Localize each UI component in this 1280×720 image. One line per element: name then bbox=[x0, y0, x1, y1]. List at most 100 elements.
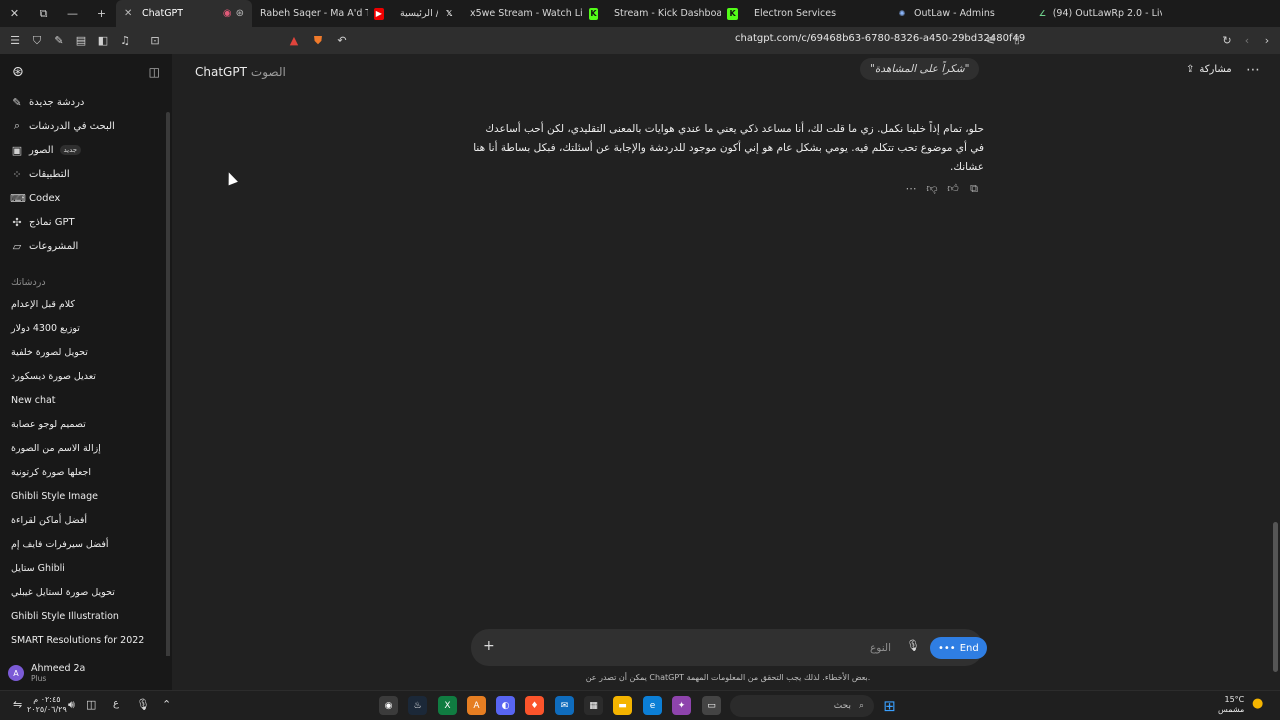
tab-kick-stream[interactable]: x5we Stream - Watch Live on K K bbox=[462, 0, 606, 27]
sun-icon: ● bbox=[1252, 696, 1264, 711]
chat-list-item[interactable]: Ghibli Style Image bbox=[0, 484, 172, 508]
chats-section-title: دردشاتك bbox=[11, 277, 46, 288]
sidebar-item-search[interactable]: ⌕ البحث في الدردشات bbox=[0, 114, 172, 138]
weather-widget[interactable]: 15°C مشمس bbox=[1218, 695, 1244, 715]
chat-list-item[interactable]: تعديل صورة ديسكورد bbox=[0, 364, 172, 388]
chat-list-item[interactable]: إزالة الاسم من الصورة bbox=[0, 436, 172, 460]
sidebar-scrollbar[interactable] bbox=[166, 112, 170, 692]
tab-outlawrp-console[interactable]: ∠ (94) OutLawRp 2.0 - Live Conso bbox=[1030, 0, 1170, 27]
thumbs-down-icon[interactable]: 👎︎ bbox=[926, 182, 938, 196]
tab-x[interactable]: الرئيسية / X 𝕏 bbox=[392, 0, 462, 27]
taskbar-search[interactable]: بحث ⌕ bbox=[730, 695, 874, 717]
chevron-up-icon[interactable]: ⌃ bbox=[162, 698, 171, 711]
end-voice-button[interactable]: ••• End bbox=[930, 637, 987, 659]
chat-list-item[interactable]: SMART Resolutions for 2022 bbox=[0, 628, 172, 652]
media-icon[interactable]: ♫ bbox=[115, 31, 135, 51]
sidebar-item-gpts[interactable]: ✣ نماذج GPT bbox=[0, 210, 172, 234]
task-view-icon[interactable]: ▭ bbox=[702, 696, 721, 715]
chat-list-item[interactable]: تحويل لصورة خلفية bbox=[0, 340, 172, 364]
brave-rewards-icon[interactable]: ▲ bbox=[284, 31, 304, 51]
tab-chatgpt[interactable]: ✕ ChatGPT ◉ ⊛ bbox=[116, 0, 252, 27]
sidebar-item-images[interactable]: ▣ الصور جديد bbox=[0, 138, 172, 162]
steam-icon[interactable]: ♨ bbox=[408, 696, 427, 715]
thumbs-up-icon[interactable]: 👍︎ bbox=[947, 182, 959, 196]
tab-electron-services[interactable]: Electron Services bbox=[746, 0, 888, 27]
store-icon[interactable]: ▦ bbox=[584, 696, 603, 715]
undo-icon[interactable]: ↶ bbox=[332, 31, 352, 51]
sidebar-item-codex[interactable]: ⌨ Codex bbox=[0, 186, 172, 210]
brave-shield-icon[interactable]: ⛊ bbox=[308, 31, 328, 51]
tab-kick-dashboard[interactable]: Stream - Kick Dashboard K bbox=[606, 0, 746, 27]
main-scrollbar[interactable] bbox=[1273, 522, 1278, 672]
chat-list-item[interactable]: كلام قبل الإعدام bbox=[0, 292, 172, 316]
copy-icon[interactable]: ⧉ bbox=[968, 182, 980, 196]
reload-icon[interactable]: ↻ bbox=[1217, 31, 1237, 51]
openai-logo-icon[interactable]: ⊛ bbox=[12, 64, 24, 80]
brave-icon[interactable]: ♦ bbox=[525, 696, 544, 715]
obs-icon[interactable]: ◉ bbox=[379, 696, 398, 715]
wifi-icon[interactable]: ◫ bbox=[86, 698, 96, 711]
back-icon[interactable]: ‹ bbox=[1237, 31, 1257, 51]
chat-list-item[interactable]: اجعلها صورة كرتونية bbox=[0, 460, 172, 484]
tab-rabeh-saqer[interactable]: Rabeh Saqer - Ma A'd Tesa ▶ bbox=[252, 0, 392, 27]
user-profile[interactable]: A Ahmeed 2a Plus bbox=[0, 656, 172, 690]
close-window-icon[interactable]: ✕ bbox=[0, 0, 29, 27]
chat-list-item[interactable]: توزيع 4300 دولار bbox=[0, 316, 172, 340]
taskbar: ⇋ ٠٢:٤٥ م ٢٠٢٥/٠٦/٢٩ 🔊︎ ◫ ع 🎙︎ ⌃ ◉ ♨ X A… bbox=[0, 690, 1280, 720]
voice-transcript-pill: "شكراً على المشاهدة" bbox=[860, 58, 980, 80]
more-options-icon[interactable]: ⋯ bbox=[1246, 62, 1260, 78]
chat-list-item[interactable]: ستايل Ghibli bbox=[0, 556, 172, 580]
model-mode: الصوت bbox=[250, 65, 286, 79]
new-tab-icon[interactable]: + bbox=[87, 0, 116, 27]
add-attachment-icon[interactable]: + bbox=[483, 638, 495, 654]
windows-start-icon[interactable]: ⊞ bbox=[880, 696, 899, 715]
chat-list-item[interactable]: Ghibli Style Illustration bbox=[0, 604, 172, 628]
sidebar-toggle-icon[interactable]: ◧ bbox=[93, 31, 113, 51]
more-options-icon[interactable]: ⋯ bbox=[905, 182, 917, 196]
discord-icon[interactable]: ◐ bbox=[496, 696, 515, 715]
edge-icon[interactable]: e bbox=[643, 696, 662, 715]
network-icon[interactable]: ⇋ bbox=[13, 698, 22, 711]
bookmark-icon[interactable]: ⌷ bbox=[1007, 31, 1027, 51]
forward-icon[interactable]: › bbox=[1257, 31, 1277, 51]
share-button[interactable]: ⇪ مشاركة bbox=[1186, 64, 1232, 75]
rewards-icon[interactable]: ✎ bbox=[49, 31, 69, 51]
kick-icon: K bbox=[588, 7, 598, 20]
mic-icon[interactable]: 🎙︎ bbox=[136, 698, 150, 711]
model-selector[interactable]: ChatGPT الصوت bbox=[195, 65, 286, 79]
site-settings-icon[interactable]: ⚟ bbox=[981, 31, 1001, 51]
assistant-message: حلو، تمام إذاً خلينا نكمل. زي ما قلت لك،… bbox=[473, 123, 984, 173]
prompt-input[interactable] bbox=[501, 639, 891, 657]
chat-list-item[interactable]: تحويل صورة لستايل غيبلي bbox=[0, 580, 172, 604]
voice-wave-icon: ••• bbox=[938, 642, 956, 654]
chat-list-item[interactable]: New chat bbox=[0, 388, 172, 412]
volume-icon[interactable]: 🔊︎ bbox=[68, 698, 75, 712]
tab-close-icon[interactable]: ✕ bbox=[124, 8, 138, 19]
language-indicator[interactable]: ع bbox=[113, 698, 119, 709]
sidebar-item-apps[interactable]: ⁘ التطبيقات bbox=[0, 162, 172, 186]
search-icon: ⌕ bbox=[13, 119, 21, 132]
mail-icon[interactable]: ✉ bbox=[555, 696, 574, 715]
clock[interactable]: ٠٢:٤٥ م ٢٠٢٥/٠٦/٢٩ bbox=[27, 695, 67, 715]
screenshot-icon[interactable]: ⊡ bbox=[145, 31, 165, 51]
wallet-icon[interactable]: ▤ bbox=[71, 31, 91, 51]
disclaimer: يمكن أن تصدر عن ChatGPT بعض الأخطاء. لذل… bbox=[585, 673, 871, 682]
chat-list-item[interactable]: أفضل أماكن لقراءة bbox=[0, 508, 172, 532]
tab-outlaw-admins[interactable]: ✺ OutLaw - Admins bbox=[888, 0, 1030, 27]
chat-list-item[interactable]: تصميم لوجو عصابة bbox=[0, 412, 172, 436]
sidebar-item-new-chat[interactable]: ✎ دردشة جديدة bbox=[0, 90, 172, 114]
sidebar-item-projects[interactable]: ▱ المشروعات bbox=[0, 234, 172, 258]
microphone-icon[interactable]: 🎙︎ bbox=[906, 639, 920, 652]
vpn-shield-icon[interactable]: ⛉ bbox=[27, 31, 47, 51]
close-sidebar-icon[interactable]: ◫ bbox=[149, 65, 160, 79]
chat-list-item[interactable]: أفضل سيرفرات فايف إم bbox=[0, 532, 172, 556]
file-explorer-icon[interactable]: ▬ bbox=[613, 696, 632, 715]
menu-icon[interactable]: ☰ bbox=[5, 31, 25, 51]
minimize-icon[interactable]: — bbox=[58, 0, 87, 27]
app-a-icon[interactable]: A bbox=[467, 696, 486, 715]
tab-list-icon[interactable]: ⧉ bbox=[29, 0, 58, 27]
copilot-icon[interactable]: ✦ bbox=[672, 696, 691, 715]
apps-icon: ⁘ bbox=[12, 167, 22, 181]
excel-icon[interactable]: X bbox=[438, 696, 457, 715]
user-name: Ahmeed 2a bbox=[31, 663, 86, 674]
